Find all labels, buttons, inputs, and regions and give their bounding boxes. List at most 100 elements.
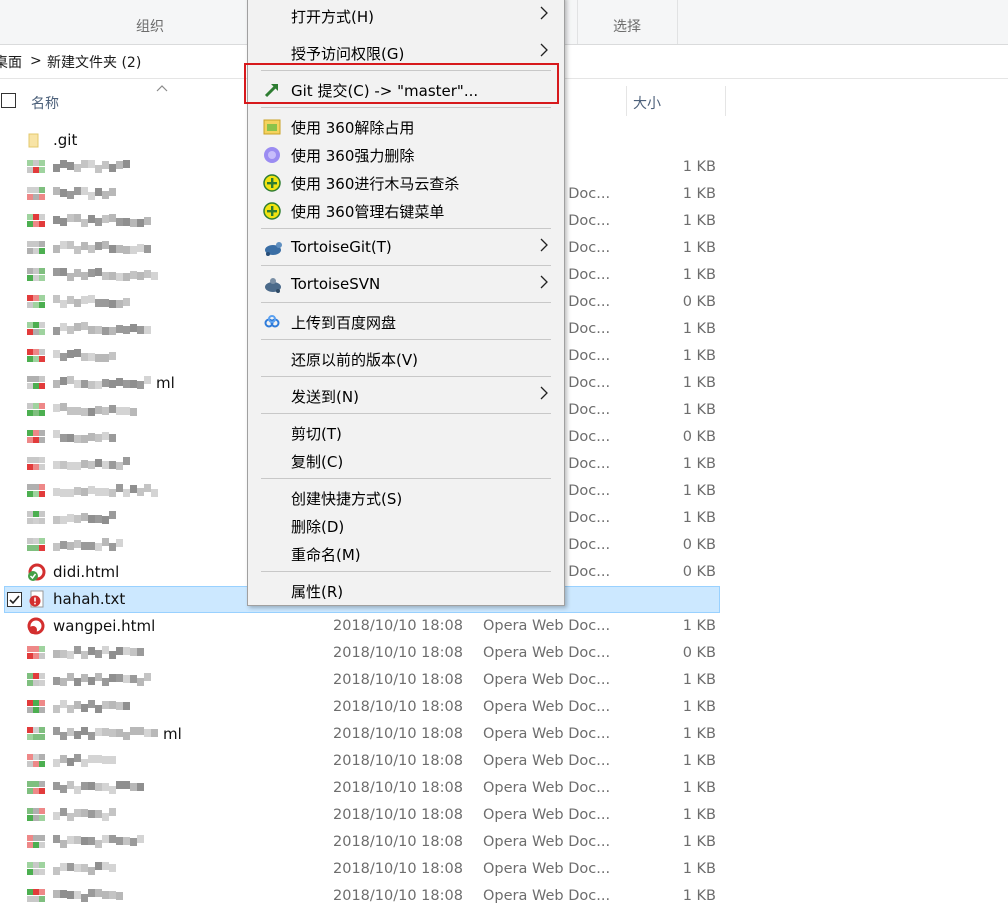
file-row[interactable]: 2018/10/10 18:08 Opera Web Doc... 1 KB [0,883,1008,910]
blur-pixel [67,651,74,659]
menu-item-8[interactable]: TortoiseSVN [251,272,559,298]
file-size: 1 KB [682,726,716,742]
blur-pixel [60,650,67,658]
file-row[interactable]: 2018/10/10 18:08 Opera Web Doc... 1 KB [0,775,1008,802]
column-divider[interactable] [725,86,726,116]
menu-item-7[interactable]: TortoiseGit(T) [251,235,559,261]
pixel-block [39,734,45,740]
pixelated-file-icon [26,482,46,500]
blur-pixel [81,353,88,361]
menu-item-12[interactable]: 剪切(T) [251,420,559,446]
blur-pixel [109,729,116,737]
blur-pixel [88,160,95,168]
360-shred-icon [263,146,281,164]
pixelated-file-icon [26,644,46,662]
menu-item-6[interactable]: 使用 360管理右键菜单 [251,198,559,224]
blur-pixel [116,539,123,547]
menu-item-15[interactable]: 删除(D) [251,513,559,539]
file-name-suffix: ml [156,374,175,392]
ribbon-group-select[interactable]: 选择 [577,0,677,44]
blur-pixel [109,511,116,519]
file-type: Opera Web Doc... [483,672,611,688]
blur-pixel [60,241,67,249]
menu-separator [261,302,551,303]
menu-item-11[interactable]: 发送到(N) [251,383,559,409]
pixel-block [39,457,45,463]
blur-pixel [67,514,74,522]
menu-item-17[interactable]: 属性(R) [251,578,559,604]
blur-pixel [109,188,116,196]
blur-pixel [88,461,95,469]
blur-pixel [109,327,116,335]
column-header-name[interactable]: 名称 [31,93,59,113]
column-divider[interactable] [626,86,627,116]
breadcrumb-current[interactable]: 新建文件夹 (2) [47,52,141,72]
file-row[interactable]: 2018/10/10 18:08 Opera Web Doc... 1 KB [0,667,1008,694]
column-header-size[interactable]: 大小 [633,93,661,113]
select-all-checkbox[interactable] [1,93,16,108]
blur-pixel [123,489,130,497]
blur-pixel [130,838,137,846]
menu-item-5[interactable]: 使用 360进行木马云查杀 [251,170,559,196]
blur-pixel [116,325,123,333]
menu-item-13[interactable]: 复制(C) [251,448,559,474]
menu-item-9[interactable]: 上传到百度网盘 [251,309,559,335]
blur-pixel [60,700,67,708]
menu-item-10[interactable]: 还原以前的版本(V) [251,346,559,372]
blur-pixel [74,435,81,443]
menu-item-0[interactable]: 打开方式(H) [251,3,559,29]
blur-pixel [102,299,109,307]
blur-pixel [88,215,95,223]
pixelated-file-icon [26,671,46,689]
file-size: 1 KB [682,618,716,634]
pixel-block [39,221,45,227]
blur-pixel [88,677,95,685]
file-row[interactable]: 2018/10/10 18:08 Opera Web Doc... 1 KB [0,748,1008,775]
blur-pixel [88,755,95,763]
blur-pixel [102,516,109,524]
pixel-block [39,727,45,733]
file-row[interactable]: ml 2018/10/10 18:08 Opera Web Doc... 1 KB [0,721,1008,748]
blur-pixel [123,702,130,710]
blur-pixel [95,543,102,551]
blur-pixel [81,651,88,659]
breadcrumb-parent[interactable]: 桌面 [0,52,22,72]
blur-pixel [137,219,144,227]
ribbon-group-label: 选择 [613,19,641,35]
blur-pixel [67,273,74,281]
blur-pixel [109,245,116,253]
blurred-file-name [53,511,117,525]
file-row[interactable]: 2018/10/10 18:08 Opera Web Doc... 1 KB [0,802,1008,829]
blur-pixel [137,727,144,735]
blur-pixel [67,214,74,222]
file-row[interactable]: 2018/10/10 18:08 Opera Web Doc... 1 KB [0,829,1008,856]
pixel-block [39,268,45,274]
blur-pixel [95,755,102,763]
blur-pixel [102,241,109,249]
file-row[interactable]: 2018/10/10 18:08 Opera Web Doc... 0 KB [0,640,1008,667]
menu-item-14[interactable]: 创建快捷方式(S) [251,485,559,511]
tortoisesvn-icon [263,276,281,294]
file-row[interactable]: 2018/10/10 18:08 Opera Web Doc... 1 KB [0,694,1008,721]
menu-item-16[interactable]: 重命名(M) [251,541,559,567]
blur-pixel [95,354,102,362]
blur-pixel [60,377,67,385]
blur-pixel [60,434,67,442]
menu-separator [261,571,551,572]
file-size: 1 KB [682,861,716,877]
file-row[interactable]: wangpei.html 2018/10/10 18:08 Opera Web Do… [0,613,1008,640]
menu-item-3[interactable]: 使用 360解除占用 [251,114,559,140]
blur-pixel [67,891,74,899]
blur-pixel [109,214,116,222]
row-checkbox[interactable] [7,592,22,607]
pixel-block [39,214,45,220]
blur-pixel [116,407,123,415]
pixelated-file-icon [26,185,46,203]
blurred-file-name [53,646,145,660]
pixel-block [39,835,45,841]
blur-pixel [102,191,109,199]
file-row[interactable]: 2018/10/10 18:08 Opera Web Doc... 1 KB [0,856,1008,883]
menu-item-4[interactable]: 使用 360强力删除 [251,142,559,168]
blur-pixel [95,188,102,196]
blur-pixel [74,214,81,222]
